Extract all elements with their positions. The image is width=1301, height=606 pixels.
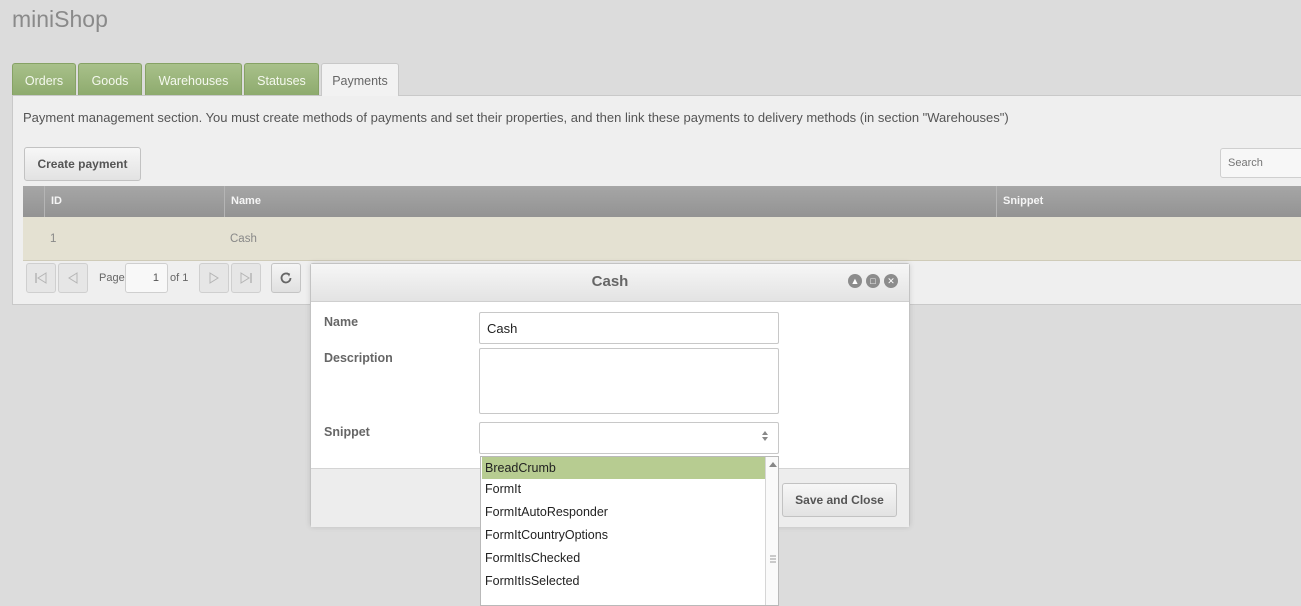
window-title: Cash: [591, 273, 629, 290]
name-field[interactable]: [479, 312, 779, 344]
snippet-select[interactable]: [479, 422, 779, 454]
dropdown-scrollbar[interactable]: [765, 457, 778, 605]
tab-warehouses[interactable]: Warehouses: [145, 63, 242, 95]
save-and-close-button[interactable]: Save and Close: [782, 483, 897, 517]
page-count-label: of 1: [170, 272, 189, 284]
option-formit[interactable]: FormIt: [482, 478, 765, 500]
window-header[interactable]: Cash ▲ □ ✕: [311, 264, 909, 302]
tab-payments[interactable]: Payments: [321, 63, 399, 96]
close-icon[interactable]: ✕: [884, 274, 898, 288]
option-formitautoresponder[interactable]: FormItAutoResponder: [482, 501, 765, 523]
tab-goods[interactable]: Goods: [78, 63, 142, 95]
maximize-icon[interactable]: □: [866, 274, 880, 288]
create-payment-button[interactable]: Create payment: [24, 147, 141, 181]
tab-statuses[interactable]: Statuses: [244, 63, 319, 95]
description-label: Description: [324, 351, 393, 365]
snippet-dropdown-list: BreadCrumb FormIt FormItAutoResponder Fo…: [480, 456, 779, 606]
option-breadcrumb[interactable]: BreadCrumb: [482, 457, 765, 479]
last-page-icon[interactable]: [231, 263, 261, 293]
cell-id: 1: [50, 233, 57, 245]
column-header-id[interactable]: ID: [44, 186, 224, 217]
page-number-input[interactable]: [125, 263, 168, 293]
name-label: Name: [324, 315, 359, 329]
next-page-icon[interactable]: [199, 263, 229, 293]
table-row[interactable]: 1 Cash: [23, 217, 1301, 261]
row-number-column: [23, 186, 44, 217]
page-label: Page: [99, 272, 125, 284]
window-form: Name Description Snippet: [311, 302, 909, 468]
refresh-icon[interactable]: [271, 263, 301, 293]
select-arrows-icon: [761, 429, 769, 446]
first-page-icon[interactable]: [26, 263, 56, 293]
snippet-label: Snippet: [324, 425, 370, 439]
option-formitischecked[interactable]: FormItIsChecked: [482, 547, 765, 569]
prev-page-icon[interactable]: [58, 263, 88, 293]
column-header-name[interactable]: Name: [224, 186, 996, 217]
section-description: Payment management section. You must cre…: [23, 110, 1009, 125]
option-formitisselected[interactable]: FormItIsSelected: [482, 570, 765, 592]
column-header-snippet[interactable]: Snippet: [996, 186, 1301, 217]
description-field[interactable]: [479, 348, 779, 414]
cell-name: Cash: [230, 233, 257, 245]
search-input[interactable]: [1220, 148, 1301, 178]
tab-orders[interactable]: Orders: [12, 63, 76, 95]
grid-header: ID Name Snippet: [23, 186, 1301, 217]
app-title: miniShop: [12, 6, 108, 32]
option-formitcountryoptions[interactable]: FormItCountryOptions: [482, 524, 765, 546]
collapse-icon[interactable]: ▲: [848, 274, 862, 288]
